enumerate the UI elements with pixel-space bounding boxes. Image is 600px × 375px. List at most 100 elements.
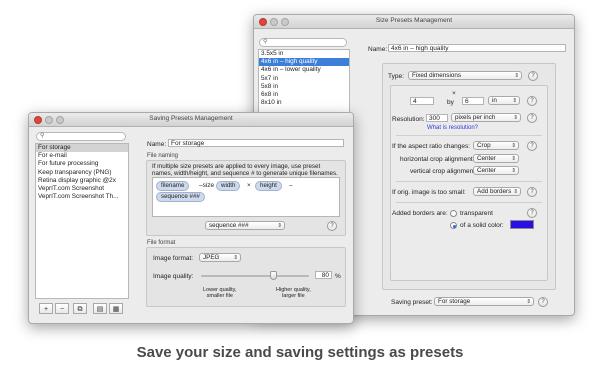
vertical-crop-value: Center [477, 167, 496, 174]
chevron-updown-icon: ⇕ [511, 143, 516, 149]
saving-preset-select[interactable]: For storage ⇕ [434, 297, 534, 306]
slider-knob[interactable] [269, 271, 277, 280]
vertical-crop-label: vertical crop alignment: [410, 168, 477, 175]
list-item[interactable]: VeprIT.com Screenshot [36, 185, 128, 193]
higher-quality-line2: larger file [282, 293, 305, 299]
image-quality-label: Image quality: [153, 273, 194, 280]
name-label: Name: [368, 46, 388, 53]
chevron-updown-icon: ⇕ [512, 98, 517, 104]
width-token[interactable]: width [216, 181, 241, 191]
solid-color-radio[interactable] [450, 222, 457, 229]
size-presets-titlebar: Size Presets Management [254, 15, 574, 29]
list-item[interactable]: 6x8 in [259, 91, 349, 99]
file-format-label: File format [147, 240, 176, 246]
window-title: Saving Presets Management [149, 115, 233, 122]
by-label: by [447, 99, 454, 106]
resolution-label: Resolution: [392, 116, 425, 123]
duplicate-icon: ⧉ [77, 306, 83, 313]
borders-label: Added borders are: [392, 210, 448, 217]
sequence-token[interactable]: sequence ### [156, 192, 205, 202]
resolution-unit-select[interactable]: pixels per inch ⇕ [451, 113, 521, 122]
chevron-updown-icon: ⇕ [233, 255, 238, 261]
height-field[interactable]: 6 [462, 97, 484, 105]
file-naming-help-button[interactable]: ? [327, 221, 337, 231]
borders-help-button[interactable]: ? [527, 208, 537, 218]
aspect-ratio-label: If the aspect ratio changes: [392, 143, 471, 150]
type-select[interactable]: Fixed dimensions ⇕ [408, 71, 522, 80]
preset-search-input[interactable]: ⚲ [259, 38, 347, 47]
divider [396, 135, 542, 136]
type-help-button[interactable]: ? [528, 71, 538, 81]
times-sign: × [452, 90, 456, 97]
chevron-updown-icon: ⇕ [277, 223, 282, 229]
list-item[interactable]: Keep transparency (PNG) [36, 169, 128, 177]
solid-color-label: of a solid color: [460, 222, 504, 229]
what-is-resolution-link[interactable]: What is resolution? [427, 125, 478, 131]
image-format-select[interactable]: JPEG ⇕ [199, 253, 241, 262]
duplicate-preset-button[interactable]: ⧉ [73, 303, 87, 314]
add-preset-button[interactable]: + [39, 303, 53, 314]
search-icon: ⚲ [40, 133, 45, 139]
saving-preset-help-button[interactable]: ? [538, 297, 548, 307]
resolution-field[interactable]: 300 [426, 114, 448, 122]
higher-quality-label: Higher quality, larger file [276, 287, 311, 299]
list-item[interactable]: 4x6 in – high quality [259, 58, 349, 67]
name-label: Name: [147, 141, 167, 148]
search-icon: ⚲ [263, 39, 268, 45]
file-naming-help-text: If multiple size presets are applied to … [152, 163, 338, 177]
type-label: Type: [388, 73, 404, 80]
border-color-well[interactable] [510, 220, 534, 229]
aspect-help-button[interactable]: ? [527, 141, 537, 151]
image-format-label: Image format: [153, 255, 194, 262]
too-small-label: If orig. image is too small: [392, 189, 466, 196]
list-item[interactable]: Retina display graphic @2x [36, 177, 128, 185]
divider [396, 181, 542, 182]
list-item[interactable]: 5x7 in [259, 75, 349, 83]
preset-name-field[interactable]: 4x6 in – high quality [388, 44, 566, 52]
height-token[interactable]: height [255, 181, 282, 191]
too-small-help-button[interactable]: ? [527, 187, 537, 197]
percent-label: % [335, 273, 341, 280]
chevron-updown-icon: ⇕ [526, 299, 531, 305]
dimensions-help-button[interactable]: ? [527, 96, 537, 106]
too-small-select[interactable]: Add borders ⇕ [473, 187, 521, 196]
saving-presets-window: Saving Presets Management ⚲ For storage F… [28, 112, 354, 324]
divider [396, 202, 542, 203]
file-naming-label: File naming [147, 153, 179, 159]
times-text: × [247, 182, 251, 189]
lower-quality-label: Lower quality, smaller file [203, 287, 237, 299]
list-item[interactable]: For future processing [36, 160, 128, 168]
horizontal-crop-value: Center [477, 155, 496, 162]
type-select-value: Fixed dimensions [412, 72, 461, 79]
remove-preset-button[interactable]: − [55, 303, 69, 314]
insert-token-select[interactable]: sequence ### ⇕ [205, 221, 285, 230]
horizontal-crop-label: horizontal crop alignment: [400, 156, 475, 163]
chevron-updown-icon: ⇕ [511, 156, 516, 162]
dash-text: – [289, 182, 293, 189]
list-item[interactable]: 5x8 in [259, 83, 349, 91]
saving-preset-list[interactable]: For storage For e-mail For future processi… [35, 143, 129, 299]
list-item[interactable]: 8x10 in [259, 99, 349, 107]
image-quality-field[interactable]: 80 [315, 271, 332, 279]
unit-select-value: in [492, 97, 497, 104]
filename-token[interactable]: filename [156, 181, 190, 191]
import-preset-button[interactable]: ▤ [93, 303, 107, 314]
aspect-ratio-select[interactable]: Crop ⇕ [473, 141, 519, 150]
export-preset-button[interactable]: ▦ [109, 303, 123, 314]
transparent-radio[interactable] [450, 210, 457, 217]
vertical-crop-select[interactable]: Center ⇕ [473, 166, 519, 175]
list-item[interactable]: VeprIT.com Screenshot Th... [36, 193, 128, 201]
preset-search-input[interactable]: ⚲ [36, 132, 126, 141]
resolution-help-button[interactable]: ? [527, 113, 537, 123]
width-field[interactable]: 4 [410, 97, 434, 105]
list-item[interactable]: For e-mail [36, 152, 128, 160]
list-item[interactable]: For storage [36, 144, 128, 153]
slider-track [201, 275, 309, 277]
export-icon: ▦ [112, 306, 120, 313]
saving-preset-name-field[interactable]: For storage [168, 139, 344, 147]
image-quality-slider[interactable] [201, 269, 309, 283]
list-item[interactable]: 3.5x5 in [259, 50, 349, 58]
horizontal-crop-select[interactable]: Center ⇕ [473, 154, 519, 163]
unit-select[interactable]: in ⇕ [488, 96, 520, 105]
list-item[interactable]: 4x6 in – lower quality [259, 66, 349, 74]
